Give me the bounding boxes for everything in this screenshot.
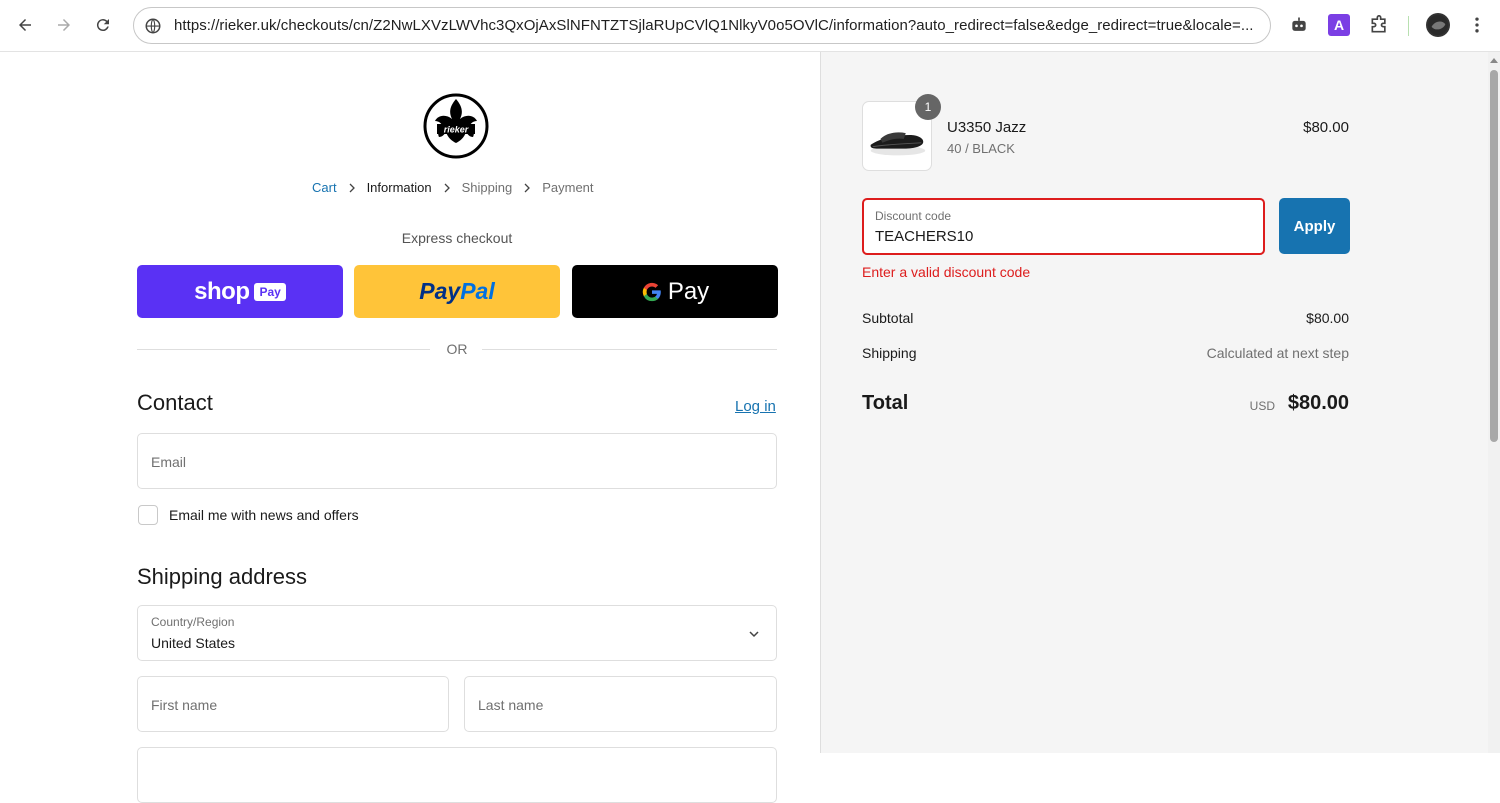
chevron-down-icon: [749, 631, 759, 638]
scroll-up-icon[interactable]: [1490, 58, 1498, 63]
google-g-icon: [642, 282, 661, 301]
first-name-placeholder: First name: [151, 697, 218, 713]
apply-discount-button[interactable]: Apply: [1279, 198, 1350, 254]
page-scrollbar[interactable]: [1488, 52, 1500, 753]
newsletter-checkbox[interactable]: [138, 505, 158, 525]
chevron-right-icon: [337, 183, 367, 193]
google-pay-button[interactable]: Pay: [572, 265, 778, 318]
shipping-address-heading: Shipping address: [137, 564, 308, 589]
product-name: U3350 Jazz: [947, 119, 1027, 136]
or-divider: OR: [137, 340, 777, 360]
order-summary: 1 U3350 Jazz 40 / BLACK $80.00 Discount …: [820, 52, 1488, 753]
discount-code-field[interactable]: Discount code TEACHERS10: [862, 198, 1265, 255]
toolbar-divider: [1408, 16, 1409, 36]
scrollbar-thumb[interactable]: [1490, 70, 1498, 442]
a-extension-icon[interactable]: A: [1328, 14, 1350, 36]
discount-error-message: Enter a valid discount code: [862, 264, 1031, 280]
country-value: United States: [151, 635, 236, 651]
paypal-button[interactable]: Pay Pal: [354, 265, 560, 318]
chevron-right-icon: [432, 183, 462, 193]
robot-extension-icon[interactable]: [1288, 14, 1310, 36]
profile-avatar[interactable]: [1426, 13, 1450, 37]
subtotal-label: Subtotal: [862, 310, 914, 326]
shop-pay-button[interactable]: shop Pay: [137, 265, 343, 318]
site-info-icon[interactable]: [144, 17, 162, 35]
breadcrumb-cart[interactable]: Cart: [312, 180, 337, 195]
svg-text:rieker: rieker: [444, 125, 469, 135]
checkout-page: rieker Cart Information Shipping Payment…: [0, 52, 1500, 803]
checkout-main: rieker Cart Information Shipping Payment…: [0, 52, 820, 803]
puzzle-extensions-icon[interactable]: [1368, 14, 1390, 36]
google-pay-wordmark: Pay: [667, 277, 710, 305]
breadcrumb: Cart Information Shipping Payment: [312, 180, 594, 195]
back-icon[interactable]: [10, 10, 40, 40]
quantity-badge: 1: [915, 94, 941, 120]
email-field[interactable]: Email: [137, 433, 777, 489]
product-variant: 40 / BLACK: [947, 141, 1015, 156]
forward-icon[interactable]: [49, 10, 79, 40]
shop-pay-wordmark: shop: [194, 277, 250, 305]
country-select[interactable]: Country/Region United States: [137, 605, 777, 661]
browser-toolbar: https://rieker.uk/checkouts/cn/Z2NwLXVzL…: [0, 0, 1500, 52]
paypal-wordmark-pay: Pay: [419, 278, 461, 304]
more-menu-icon[interactable]: [1466, 14, 1488, 36]
shipping-value: Calculated at next step: [1206, 345, 1349, 361]
next-field[interactable]: [137, 747, 777, 803]
total-label: Total: [862, 392, 909, 414]
discount-code-value: TEACHERS10: [875, 228, 974, 245]
total-value: $80.00: [1287, 392, 1349, 414]
breadcrumb-information: Information: [366, 180, 432, 195]
reload-icon[interactable]: [88, 10, 118, 40]
or-label: OR: [446, 341, 468, 357]
email-placeholder: Email: [151, 454, 187, 470]
address-bar[interactable]: https://rieker.uk/checkouts/cn/Z2NwLXVzL…: [133, 7, 1271, 44]
breadcrumb-shipping: Shipping: [461, 180, 513, 195]
log-in-link[interactable]: Log in: [735, 398, 776, 415]
last-name-placeholder: Last name: [478, 697, 544, 713]
discount-code-label: Discount code: [875, 209, 952, 223]
chevron-right-icon: [512, 183, 542, 193]
rieker-logo[interactable]: rieker: [423, 93, 489, 159]
last-name-field[interactable]: Last name: [464, 676, 777, 732]
total-currency: USD: [1249, 399, 1275, 413]
newsletter-label[interactable]: Email me with news and offers: [169, 507, 359, 523]
breadcrumb-payment: Payment: [542, 180, 594, 195]
product-price: $80.00: [1303, 119, 1349, 136]
contact-heading: Contact: [137, 390, 213, 415]
express-checkout-label: Express checkout: [401, 230, 513, 246]
paypal-wordmark-pal: Pal: [460, 278, 495, 304]
shipping-label: Shipping: [862, 345, 917, 361]
shop-pay-badge: Pay: [254, 282, 286, 301]
subtotal-value: $80.00: [1306, 310, 1349, 326]
first-name-field[interactable]: First name: [137, 676, 449, 732]
country-label: Country/Region: [151, 615, 235, 629]
url-text: https://rieker.uk/checkouts/cn/Z2NwLXVzL…: [174, 17, 1254, 34]
